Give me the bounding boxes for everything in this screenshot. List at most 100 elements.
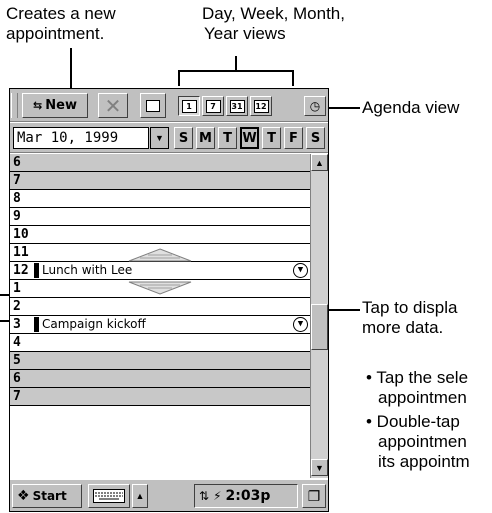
appointment-title[interactable]: Campaign kickoff (42, 316, 146, 333)
callout-bullet-1: • Tap the sele appointmen (366, 368, 468, 408)
toolbar: ⇆ New ✕ 1 7 31 12 ◷ (10, 89, 328, 122)
toolbar-grip (11, 93, 18, 118)
calendar-screen: ⇆ New ✕ 1 7 31 12 ◷ Mar 10, 1999 ▼ S M T… (9, 88, 329, 512)
callout-line: Tap to displa (362, 298, 458, 317)
system-tray: ⇅ ⚡ 2:03p (194, 484, 298, 508)
vertical-scrollbar[interactable]: ▲ ▼ (310, 154, 328, 478)
bracket-views-stem (235, 56, 237, 70)
day-tue[interactable]: T (218, 127, 237, 149)
windows-flag-icon: ❖ (17, 488, 30, 504)
hour-label: 10 (13, 227, 29, 242)
connection-icon[interactable]: ⇅ (199, 489, 209, 503)
day-mon[interactable]: M (196, 127, 215, 149)
callout-tap-display: Tap to displa more data. (362, 298, 457, 338)
scroll-up-button[interactable]: ▲ (311, 154, 328, 171)
day-thu[interactable]: T (262, 127, 281, 149)
day-wed[interactable]: W (240, 127, 259, 149)
agenda-view-button[interactable]: ◷ (304, 96, 326, 116)
time-row[interactable]: 10 (10, 226, 310, 244)
hour-label: 8 (13, 191, 21, 206)
arrow-up-icon: ▲ (135, 491, 145, 501)
week-view-button[interactable]: 7 (202, 96, 224, 116)
time-row[interactable]: 2 (10, 298, 310, 316)
taskbar: ❖ Start ▲ ⇅ ⚡ 2:03p ❐ (10, 479, 328, 511)
callout-agenda: Agenda view (362, 98, 460, 117)
day-view-icon: 1 (181, 99, 197, 113)
keyboard-button[interactable] (88, 484, 130, 508)
hour-label: 5 (13, 353, 21, 368)
hour-label: 4 (13, 335, 21, 350)
hour-label: 12 (13, 263, 29, 278)
start-label: Start (32, 489, 67, 503)
hour-label: 7 (13, 389, 21, 404)
delete-button[interactable]: ✕ (98, 93, 128, 118)
start-button[interactable]: ❖ Start (12, 484, 82, 508)
time-row[interactable]: 9 (10, 208, 310, 226)
today-icon (146, 99, 160, 112)
date-bar: Mar 10, 1999 ▼ S M T W T F S (10, 123, 328, 153)
hour-label: 2 (13, 299, 21, 314)
month-view-icon: 31 (229, 99, 245, 113)
input-menu-button[interactable]: ▲ (132, 484, 148, 508)
date-field[interactable]: Mar 10, 1999 (13, 127, 149, 149)
callout-line: • Tap the sele (366, 368, 469, 387)
callout-line: appointment. (6, 24, 105, 43)
time-row[interactable]: 7 (10, 388, 310, 406)
scroll-down-button[interactable]: ▼ (311, 459, 328, 476)
time-row[interactable]: 6 (10, 370, 310, 388)
hour-label: 6 (13, 155, 21, 170)
month-view-button[interactable]: 31 (226, 96, 248, 116)
arrow-up-icon: ▲ (315, 157, 324, 168)
callout-bullet-2: • Double-tap appointmen its appointm (366, 412, 470, 472)
callout-line: appointmen (378, 432, 467, 451)
callout-line: its appointm (378, 452, 470, 471)
day-view-button[interactable]: 1 (178, 96, 200, 116)
callout-new-appointment: Creates a new appointment. (6, 4, 116, 44)
appointment-title[interactable]: Lunch with Lee (42, 262, 132, 279)
window-switch-icon: ❐ (307, 487, 321, 504)
hour-label: 1 (13, 281, 21, 296)
drag-handle-down-icon[interactable] (128, 281, 192, 295)
callout-line: Creates a new (6, 4, 116, 23)
new-button[interactable]: ⇆ New (22, 93, 88, 118)
bracket-views-right (292, 70, 294, 86)
arrow-down-icon: ▼ (315, 462, 324, 473)
date-dropdown-button[interactable]: ▼ (150, 127, 169, 149)
time-row[interactable]: 7 (10, 172, 310, 190)
day-sun[interactable]: S (174, 127, 193, 149)
clock-time[interactable]: 2:03p (226, 488, 271, 504)
go-to-today-button[interactable] (140, 93, 166, 118)
hour-label: 3 (13, 317, 21, 332)
drag-handle-up-icon[interactable] (128, 248, 192, 262)
callout-line: • Double-tap (366, 412, 460, 431)
callout-line: more data. (362, 318, 444, 337)
day-sat[interactable]: S (306, 127, 325, 149)
time-row[interactable]: 8 (10, 190, 310, 208)
time-row[interactable]: 4 (10, 334, 310, 352)
expand-down-icon[interactable]: ▼ (293, 317, 308, 332)
hour-label: 6 (13, 371, 21, 386)
time-row[interactable]: 6 (10, 154, 310, 172)
appointment-row-campaign[interactable]: 3 Campaign kickoff ▼ (10, 316, 310, 334)
power-plug-icon[interactable]: ⚡ (213, 489, 221, 503)
new-button-label: New (45, 98, 77, 113)
appointment-marker (34, 263, 39, 278)
hour-label: 7 (13, 173, 21, 188)
bracket-views-left (178, 70, 180, 86)
desktop-button[interactable]: ❐ (302, 484, 326, 508)
leader-line-agenda (326, 107, 360, 109)
time-row[interactable]: 5 (10, 352, 310, 370)
callout-line: Day, Week, Month, (202, 4, 345, 23)
week-view-icon: 7 (205, 99, 221, 113)
callout-line: Year views (204, 24, 286, 43)
year-view-button[interactable]: 12 (250, 96, 272, 116)
day-grid: 6 7 8 9 10 11 12 Lunch with Lee ▼ 1 2 3 … (10, 154, 310, 478)
bracket-views-top (178, 70, 294, 72)
appointment-row-lunch[interactable]: 12 Lunch with Lee ▼ (10, 262, 310, 280)
day-fri[interactable]: F (284, 127, 303, 149)
chevron-down-icon: ▼ (155, 133, 164, 143)
scroll-thumb[interactable] (311, 304, 328, 350)
expand-down-icon[interactable]: ▼ (293, 263, 308, 278)
hour-label: 11 (13, 245, 29, 260)
callout-views: Day, Week, Month, Year views (202, 4, 345, 44)
